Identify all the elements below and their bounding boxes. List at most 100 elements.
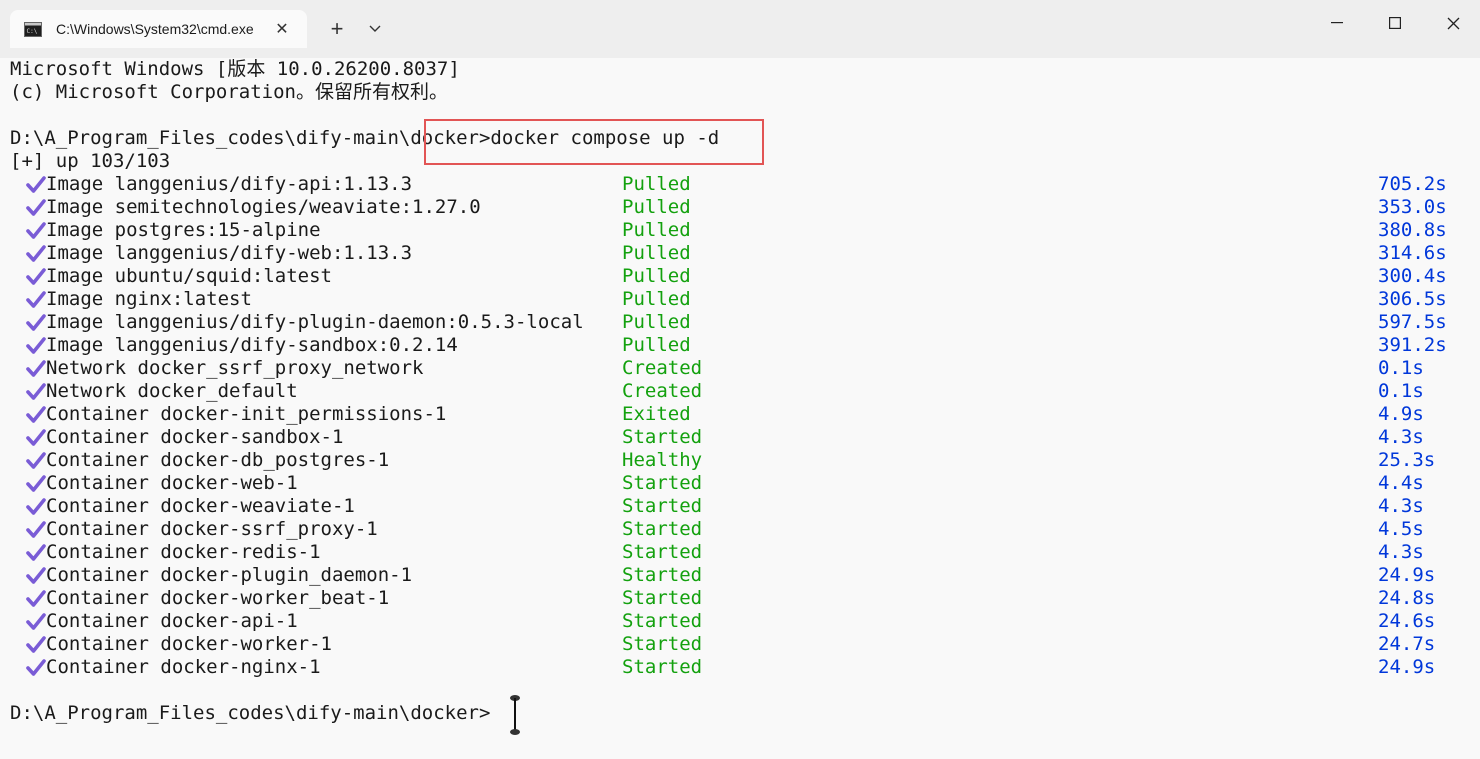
close-button[interactable]: [1424, 0, 1480, 46]
checkmark-icon: [26, 199, 46, 217]
terminal-output[interactable]: Microsoft Windows [版本 10.0.26200.8037] (…: [0, 58, 1480, 759]
status-row: Container docker-api-1 Started 24.6s: [0, 610, 1480, 633]
status-row: Container docker-db_postgres-1 Healthy 25.…: [0, 449, 1480, 472]
row-status: Pulled: [622, 242, 691, 264]
status-row: Image nginx:latest Pulled 306.5s: [0, 288, 1480, 311]
row-name: Network docker_default: [46, 380, 298, 402]
row-duration: 300.4s: [1378, 265, 1447, 287]
row-name: Container docker-nginx-1: [46, 656, 321, 678]
row-status: Pulled: [622, 334, 691, 356]
row-name: Image langgenius/dify-api:1.13.3: [46, 173, 413, 195]
status-row: Network docker_ssrf_proxy_network Created…: [0, 357, 1480, 380]
checkmark-icon: [26, 314, 46, 332]
checkmark-icon: [26, 567, 46, 585]
chevron-down-icon[interactable]: [360, 14, 390, 44]
row-status: Started: [622, 610, 703, 632]
row-duration: 4.9s: [1378, 403, 1424, 425]
row-duration: 306.5s: [1378, 288, 1447, 310]
row-name: Container docker-plugin_daemon-1: [46, 564, 413, 586]
row-status: Exited: [622, 403, 691, 425]
row-status: Pulled: [622, 265, 691, 287]
final-prompt: D:\A_Program_Files_codes\dify-main\docke…: [10, 702, 491, 724]
checkmark-icon: [26, 452, 46, 470]
row-name: Container docker-redis-1: [46, 541, 321, 563]
checkmark-icon: [26, 268, 46, 286]
row-duration: 597.5s: [1378, 311, 1447, 333]
status-row: Image langgenius/dify-web:1.13.3 Pulled 31…: [0, 242, 1480, 265]
row-status: Created: [622, 380, 703, 402]
checkmark-icon: [26, 383, 46, 401]
status-row: Container docker-web-1 Started 4.4s: [0, 472, 1480, 495]
progress-line: [+] up 103/103: [10, 150, 171, 172]
row-name: Container docker-db_postgres-1: [46, 449, 390, 471]
checkmark-icon: [26, 222, 46, 240]
tab-cmd[interactable]: C:\ C:\Windows\System32\cmd.exe ✕: [10, 10, 307, 48]
row-status: Started: [622, 656, 703, 678]
checkmark-icon: [26, 498, 46, 516]
row-status: Started: [622, 633, 703, 655]
checkmark-icon: [26, 429, 46, 447]
status-row: Image langgenius/dify-plugin-daemon:0.5.…: [0, 311, 1480, 334]
row-status: Created: [622, 357, 703, 379]
row-status: Started: [622, 587, 703, 609]
row-name: Image semitechnologies/weaviate:1.27.0: [46, 196, 481, 218]
row-name: Image langgenius/dify-sandbox:0.2.14: [46, 334, 458, 356]
status-row: Image langgenius/dify-sandbox:0.2.14 Pull…: [0, 334, 1480, 357]
terminal-window: C:\ C:\Windows\System32\cmd.exe ✕ + Micr…: [0, 0, 1480, 759]
checkmark-icon: [26, 521, 46, 539]
row-duration: 391.2s: [1378, 334, 1447, 356]
checkmark-icon: [26, 291, 46, 309]
row-duration: 4.4s: [1378, 472, 1424, 494]
title-bar: C:\ C:\Windows\System32\cmd.exe ✕ +: [0, 0, 1480, 58]
minimize-button[interactable]: [1308, 0, 1366, 46]
row-name: Image nginx:latest: [46, 288, 252, 310]
row-status: Started: [622, 495, 703, 517]
row-name: Container docker-api-1: [46, 610, 298, 632]
row-duration: 24.6s: [1378, 610, 1436, 632]
row-duration: 353.0s: [1378, 196, 1447, 218]
maximize-button[interactable]: [1366, 0, 1424, 46]
row-duration: 25.3s: [1378, 449, 1436, 471]
checkmark-icon: [26, 544, 46, 562]
row-duration: 4.3s: [1378, 541, 1424, 563]
tab-close-icon[interactable]: ✕: [270, 17, 294, 41]
row-duration: 24.8s: [1378, 587, 1436, 609]
row-duration: 0.1s: [1378, 380, 1424, 402]
row-name: Container docker-worker_beat-1: [46, 587, 390, 609]
row-duration: 0.1s: [1378, 357, 1424, 379]
text-cursor-icon: [510, 694, 520, 736]
row-name: Container docker-worker-1: [46, 633, 332, 655]
row-status: Pulled: [622, 288, 691, 310]
checkmark-icon: [26, 245, 46, 263]
status-row: Image semitechnologies/weaviate:1.27.0 Pu…: [0, 196, 1480, 219]
status-row: Container docker-worker_beat-1 Started 24.…: [0, 587, 1480, 610]
status-row: Container docker-weaviate-1 Started 4.3s: [0, 495, 1480, 518]
command-highlight-box: [424, 119, 764, 165]
row-status: Started: [622, 518, 703, 540]
row-name: Container docker-init_permissions-1: [46, 403, 447, 425]
row-name: Container docker-ssrf_proxy-1: [46, 518, 378, 540]
checkmark-icon: [26, 613, 46, 631]
new-tab-button[interactable]: +: [322, 14, 352, 44]
row-status: Pulled: [622, 173, 691, 195]
row-status: Pulled: [622, 219, 691, 241]
row-name: Container docker-web-1: [46, 472, 298, 494]
terminal-copyright-line: (c) Microsoft Corporation。保留所有权利。: [10, 81, 448, 103]
row-name: Network docker_ssrf_proxy_network: [46, 357, 424, 379]
status-row: Network docker_default Created 0.1s: [0, 380, 1480, 403]
row-status: Started: [622, 541, 703, 563]
row-duration: 24.7s: [1378, 633, 1436, 655]
row-status: Pulled: [622, 311, 691, 333]
checkmark-icon: [26, 475, 46, 493]
status-row: Image ubuntu/squid:latest Pulled 300.4s: [0, 265, 1480, 288]
row-status: Started: [622, 472, 703, 494]
checkmark-icon: [26, 659, 46, 677]
terminal-header-line: Microsoft Windows [版本 10.0.26200.8037]: [10, 58, 460, 80]
row-duration: 4.5s: [1378, 518, 1424, 540]
row-name: Image langgenius/dify-plugin-daemon:0.5.…: [46, 311, 584, 333]
status-row: Container docker-sandbox-1 Started 4.3s: [0, 426, 1480, 449]
row-status: Started: [622, 564, 703, 586]
status-row: Container docker-worker-1 Started 24.7s: [0, 633, 1480, 656]
checkmark-icon: [26, 636, 46, 654]
status-row: Container docker-plugin_daemon-1 Started 2…: [0, 564, 1480, 587]
